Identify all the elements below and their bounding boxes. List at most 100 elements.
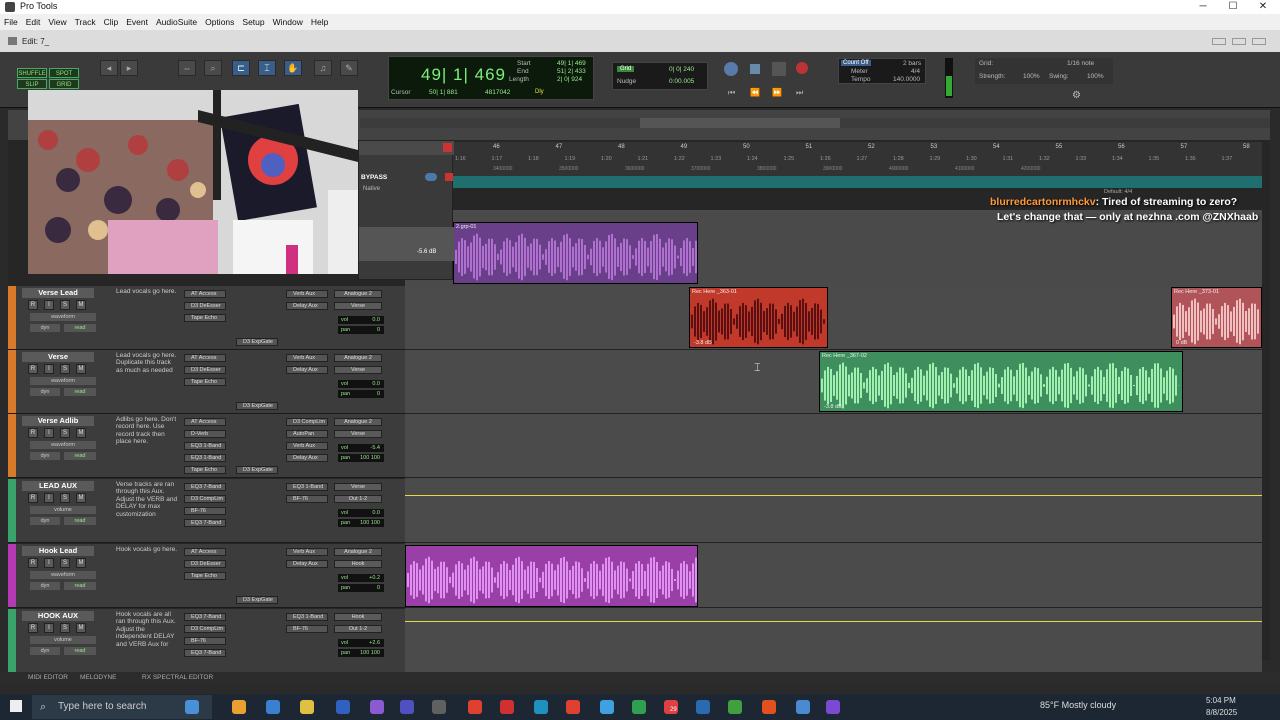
automation-dyn[interactable]: dyn bbox=[30, 324, 60, 332]
input-selector[interactable]: Hook bbox=[334, 613, 382, 621]
track-header[interactable]: Verse Lead R I S Mwaveform dyn read Lead vocals… bbox=[8, 286, 405, 350]
taskbar-app-icon[interactable] bbox=[370, 700, 384, 714]
taskbar-app-icon[interactable] bbox=[632, 700, 646, 714]
audio-clip[interactable]: Rec Here _373-01 0 dB bbox=[1171, 287, 1262, 348]
input-selector[interactable]: Verse bbox=[334, 483, 382, 491]
insert-slot[interactable]: D3 DeEsser bbox=[184, 302, 226, 310]
pan-readout[interactable]: pan 0 bbox=[338, 584, 384, 592]
menu-edit[interactable]: Edit bbox=[22, 14, 45, 27]
mute-button[interactable]: M bbox=[76, 558, 86, 568]
track-view-selector[interactable]: waveform bbox=[30, 571, 96, 579]
midi-editor-tab[interactable]: MIDI EDITOR bbox=[28, 674, 68, 681]
taskbar-date[interactable]: 8/8/2025 bbox=[1206, 708, 1237, 717]
zoomer-tool-icon[interactable]: ⌕ bbox=[204, 60, 222, 76]
plugin-value[interactable]: -5.6 dB bbox=[417, 249, 436, 255]
automation-dyn[interactable]: dyn bbox=[30, 517, 60, 525]
volume-automation-line[interactable] bbox=[405, 495, 1262, 496]
solo-button[interactable]: S bbox=[60, 623, 70, 633]
taskbar-app-icon[interactable] bbox=[826, 700, 840, 714]
insert-slot[interactable]: EQ3 7-Band bbox=[184, 483, 226, 491]
track-name[interactable]: LEAD AUX bbox=[22, 481, 94, 491]
record-enable-button[interactable]: R bbox=[28, 364, 38, 374]
weather-widget[interactable]: 85°F Mostly cloudy bbox=[1040, 700, 1116, 710]
insert-slot[interactable]: Tape Echo bbox=[184, 572, 226, 580]
zoom-out-icon[interactable]: ◂ bbox=[100, 60, 118, 76]
track-name[interactable]: Verse bbox=[22, 352, 94, 362]
length-value[interactable]: 2| 0| 924 bbox=[557, 76, 582, 83]
taskbar-app-icon[interactable] bbox=[762, 700, 776, 714]
tempo-ruler[interactable] bbox=[405, 176, 1262, 188]
meter-value[interactable]: 4/4 bbox=[911, 68, 920, 75]
send-slot[interactable]: Verb Aux bbox=[286, 548, 328, 556]
output-selector[interactable]: Verse bbox=[334, 430, 382, 438]
count-off-label[interactable]: Count Off bbox=[841, 60, 871, 66]
audio-clip[interactable]: Rec Here _363-01 -3.8 dB bbox=[689, 287, 828, 348]
melodyne-tab[interactable]: MELODYNE bbox=[80, 674, 116, 681]
taskbar-app-icon[interactable] bbox=[534, 700, 548, 714]
input-monitor-button[interactable]: I bbox=[44, 428, 54, 438]
record-enable-button[interactable]: R bbox=[28, 428, 38, 438]
solo-button[interactable]: S bbox=[60, 300, 70, 310]
menu-track[interactable]: Track bbox=[71, 14, 100, 27]
plugin-bypass-button[interactable]: BYPASS bbox=[361, 174, 387, 181]
automation-mode[interactable]: read bbox=[64, 388, 96, 396]
close-icon[interactable]: ✕ bbox=[1248, 0, 1278, 14]
input-selector[interactable]: Analogue 2 bbox=[334, 418, 382, 426]
volume-readout[interactable]: vol -5.4 bbox=[338, 444, 384, 452]
plugin-close-icon[interactable] bbox=[443, 143, 452, 152]
grid-settings-value[interactable]: 1/16 note bbox=[1067, 60, 1094, 67]
trim-tool-icon[interactable]: ⊏ bbox=[232, 60, 250, 76]
track-comment[interactable]: Hook vocals are all ran through this Aux… bbox=[116, 611, 178, 648]
track-lane[interactable] bbox=[405, 286, 1262, 350]
clip-gain[interactable]: -3.8 dB bbox=[694, 340, 712, 346]
solo-button[interactable]: S bbox=[60, 493, 70, 503]
track-name[interactable]: Verse Lead bbox=[22, 288, 94, 298]
automation-dyn[interactable]: dyn bbox=[30, 452, 60, 460]
nudge-value[interactable]: 0:00.005 bbox=[669, 78, 694, 85]
output-selector[interactable]: Verse bbox=[334, 366, 382, 374]
go-to-end-icon[interactable]: ⏭ bbox=[796, 88, 803, 98]
volume-readout[interactable]: vol 0.0 bbox=[338, 380, 384, 388]
grid-label[interactable]: Grid bbox=[617, 66, 635, 72]
fast-forward-icon[interactable]: ⏩ bbox=[772, 88, 782, 97]
record-icon[interactable] bbox=[796, 62, 808, 74]
taskbar-app-icon[interactable] bbox=[500, 700, 514, 714]
tempo-value[interactable]: 140.0000 bbox=[893, 76, 920, 83]
edit-restore-icon[interactable] bbox=[1232, 38, 1246, 45]
send-slot[interactable]: BF-76 bbox=[286, 625, 328, 633]
volume-automation-line[interactable] bbox=[405, 621, 1262, 622]
clip-gain[interactable]: -3.8 dB bbox=[824, 404, 842, 410]
send-slot[interactable]: EQ3 1-Band bbox=[286, 483, 328, 491]
automation-dyn[interactable]: dyn bbox=[30, 388, 60, 396]
plugin-toggle-icon[interactable] bbox=[425, 173, 437, 181]
insert-slot[interactable]: EQ3 1-Band bbox=[184, 454, 226, 462]
track-name[interactable]: HOOK AUX bbox=[22, 611, 94, 621]
pan-readout[interactable]: pan 0 bbox=[338, 390, 384, 398]
automation-mode[interactable]: read bbox=[64, 517, 96, 525]
volume-readout[interactable]: vol 0.0 bbox=[338, 316, 384, 324]
insert-slot[interactable]: EQ3 1-Band bbox=[184, 442, 226, 450]
pan-readout[interactable]: pan 0 bbox=[338, 326, 384, 334]
dly-toggle[interactable]: Dly bbox=[535, 89, 544, 95]
insert-slot[interactable]: D3 DeEsser bbox=[184, 560, 226, 568]
menu-view[interactable]: View bbox=[44, 14, 70, 27]
record-enable-button[interactable]: R bbox=[28, 623, 38, 633]
track-comment[interactable]: Lead vocals go here. bbox=[116, 288, 178, 295]
volume-readout[interactable]: vol +2.6 bbox=[338, 639, 384, 647]
automation-mode[interactable]: read bbox=[64, 452, 96, 460]
end-value[interactable]: 51| 2| 433 bbox=[557, 68, 586, 75]
taskbar-app-icon[interactable] bbox=[400, 700, 414, 714]
insert-slot[interactable]: Tape Echo bbox=[184, 314, 226, 322]
rewind-icon[interactable]: ⏪ bbox=[750, 88, 760, 97]
insert-slot[interactable]: D3 ExpGate bbox=[236, 596, 278, 604]
insert-slot[interactable]: BF-76 bbox=[184, 637, 226, 645]
spot-mode-button[interactable]: SPOT bbox=[49, 68, 79, 78]
menu-event[interactable]: Event bbox=[122, 14, 152, 27]
taskbar-clock[interactable]: 5:04 PM bbox=[1206, 696, 1236, 705]
rx-spectral-editor-tab[interactable]: RX SPECTRAL EDITOR bbox=[142, 674, 213, 681]
automation-dyn[interactable]: dyn bbox=[30, 647, 60, 655]
taskbar-app-icon[interactable] bbox=[300, 700, 314, 714]
solo-button[interactable]: S bbox=[60, 558, 70, 568]
track-comment[interactable]: Hook vocals go here. bbox=[116, 546, 178, 553]
mute-button[interactable]: M bbox=[76, 428, 86, 438]
